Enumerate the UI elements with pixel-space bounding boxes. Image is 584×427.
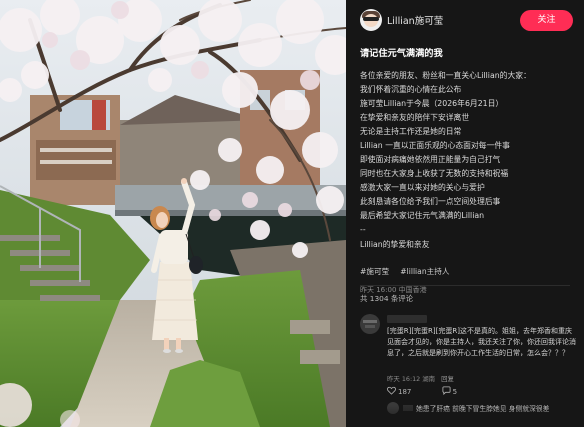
reply-action[interactable]: 5 — [442, 386, 471, 396]
post-line: 即使面对病痛她依然用正能量为自己打气 — [360, 155, 501, 164]
reply-text: 她患了肝癌 前晚下冒生脖她见 身侧就深很差 — [416, 405, 550, 413]
author-name[interactable]: Lillian施可莹 — [387, 13, 443, 27]
reply-name-redacted — [403, 405, 413, 411]
post-title: 请记住元气满满的我 — [360, 48, 443, 59]
avatar-redaction — [365, 325, 375, 328]
like-action[interactable]: 187 — [387, 386, 425, 396]
post-line: 无论是主持工作还是她的日常 — [360, 127, 462, 136]
reply-avatar — [387, 402, 399, 414]
divider — [360, 285, 570, 286]
post-line: 同时也在大家身上收获了无数的支持和祝福 — [360, 169, 509, 178]
post-content: 请记住元气满满的我 各位亲爱的朋友、粉丝和一直关心Lillian的大家： 我们怀… — [360, 47, 576, 295]
heart-icon — [387, 386, 396, 395]
post-image — [0, 0, 346, 427]
post-tags: #施可莹 #lillian主持人 — [360, 259, 576, 276]
reply-link[interactable]: 回复 — [441, 375, 454, 383]
reply-count: 5 — [452, 388, 458, 396]
hashtag-link[interactable]: #lillian主持人 — [400, 265, 449, 279]
comment-count: 共 1304 条评论 — [360, 294, 414, 303]
post-line: 各位亲爱的朋友、粉丝和一直关心Lillian的大家： — [360, 71, 531, 80]
commenter-name-redacted[interactable] — [387, 315, 427, 323]
post-line: 我们怀着沉重的心情在此公布 — [360, 85, 462, 94]
hashtag-link[interactable]: #施可莹 — [360, 265, 389, 279]
post-detail-panel: Lillian施可莹 关注 请记住元气满满的我 各位亲爱的朋友、粉丝和一直关心L… — [346, 0, 584, 427]
post-line: -- — [360, 225, 366, 234]
post-header: Lillian施可莹 关注 — [346, 0, 584, 42]
comment-text: [完蛋R][完蛋R][完蛋R]这不是真的。姐姐，去年郑香和重庆见面会才见的，你是… — [387, 327, 576, 357]
post-line: 施可莹Lillian于今晨（2026年6月21日） — [360, 99, 504, 108]
post-line: Lillian 一直以正面乐观的心态面对每一件事 — [360, 141, 510, 150]
commenter-avatar[interactable] — [360, 314, 380, 334]
post-line: 在挚爱和亲友的陪伴下安详离世 — [360, 113, 470, 122]
comment-time-location: 昨天 16:12 湖南 — [387, 375, 436, 383]
post-line: 最后希望大家记住元气满满的Lillian — [360, 211, 485, 220]
like-count: 187 — [398, 388, 412, 396]
comment-bubble-icon — [442, 386, 451, 395]
comment-meta: 昨天 16:12 湖南 回复 — [387, 374, 454, 383]
avatar-redaction — [363, 320, 377, 323]
post-line: 此刻恳请各位给予我们一点空间处理后事 — [360, 197, 501, 206]
follow-button[interactable]: 关注 — [520, 10, 573, 31]
avatar-sunglasses — [363, 17, 379, 21]
reply-preview[interactable]: 她患了肝癌 前晚下冒生脖她见 身侧就深很差 — [387, 402, 577, 416]
post-line: 感激大家一直以来对她的关心与爱护 — [360, 183, 485, 192]
comment-actions: 187 5 — [387, 386, 485, 398]
post-photo[interactable] — [0, 0, 346, 427]
post-signature: Lillian的挚爱和亲友 — [360, 240, 430, 249]
author-avatar[interactable] — [360, 9, 382, 31]
